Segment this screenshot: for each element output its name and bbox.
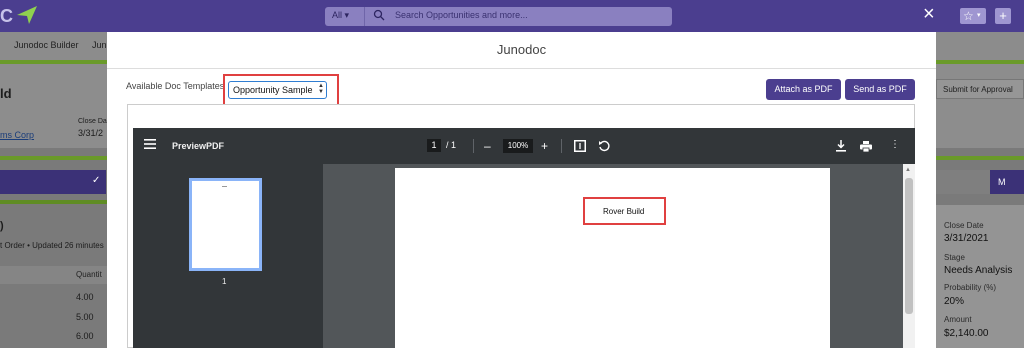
table-row: 5.00 [76, 312, 94, 322]
star-icon: ☆ [963, 9, 974, 23]
detail-label: Probability (%) [944, 283, 997, 292]
favorites-button[interactable]: ☆ ▾ [960, 8, 986, 24]
toolbar-divider [473, 139, 474, 153]
table-row: 6.00 [76, 331, 94, 341]
path-accent-strip [0, 156, 107, 160]
page-total: / 1 [446, 140, 457, 150]
close-icon[interactable]: × [923, 4, 935, 24]
submit-for-approval-button[interactable]: Submit for Approval [936, 79, 1024, 99]
thumbnail-page-number: 1 [222, 277, 227, 286]
search-scope-dropdown[interactable]: All ▾ [332, 10, 349, 21]
rotate-icon[interactable] [598, 140, 610, 152]
table-row: 4.00 [76, 292, 94, 302]
related-list-title: ) [0, 220, 4, 232]
zoom-level[interactable]: 100% [503, 139, 533, 153]
modal-title: Junodoc [496, 42, 547, 57]
search-input[interactable]: Search Opportunities and more... [395, 10, 528, 20]
page-thumbnail[interactable] [189, 178, 262, 271]
plus-icon: + [999, 8, 1007, 23]
check-icon: ✓ [92, 175, 101, 186]
detail-label: Stage [944, 253, 965, 262]
paper-plane-icon [17, 6, 37, 24]
search-icon [373, 9, 385, 21]
nav-item-junodoc-builder[interactable]: Junodoc Builder [14, 40, 79, 50]
submit-button-label: Submit for Approval [943, 85, 1013, 94]
detail-label: Close Date [944, 221, 984, 230]
pdf-title: PreviewPDF [172, 141, 225, 151]
account-link[interactable]: ms Corp [0, 130, 34, 140]
sales-path[interactable]: ✓ [0, 170, 106, 194]
more-options-icon[interactable]: ⋮ [890, 139, 900, 151]
detail-value: 20% [944, 296, 965, 307]
template-label: Available Doc Templates [126, 81, 225, 91]
highlight-box [583, 197, 666, 225]
detail-value: $2,140.00 [944, 328, 989, 339]
scrollbar-thumb[interactable] [905, 178, 913, 314]
record-title: ld [0, 86, 12, 101]
thumbnail-text-mark [222, 186, 227, 187]
send-as-pdf-button[interactable]: Send as PDF [845, 79, 915, 100]
zoom-out-icon[interactable]: – [484, 140, 491, 152]
toolbar-divider [561, 139, 562, 153]
zoom-in-icon[interactable]: + [541, 140, 548, 152]
path-accent-strip-right [936, 156, 1024, 160]
detail-value: Needs Analysis [944, 265, 1013, 276]
close-date-value: 3/31/2 [78, 128, 104, 138]
table-header: Quantit [0, 266, 107, 284]
related-list-subtitle: t Order • Updated 26 minutes [0, 241, 104, 250]
related-accent [0, 200, 107, 204]
nav-item-partial[interactable]: Jun [92, 40, 107, 50]
menu-icon[interactable] [144, 139, 156, 149]
detail-value: 3/31/2021 [944, 233, 989, 244]
pdf-page [395, 168, 830, 348]
mark-stage-button[interactable]: M [990, 170, 1024, 194]
record-header-right [936, 64, 1024, 148]
search-divider [364, 7, 365, 26]
quantity-header: Quantit [76, 270, 102, 279]
highlight-box [223, 74, 339, 106]
detail-label: Amount [944, 315, 972, 324]
page-number-input[interactable]: 1 [427, 139, 441, 152]
app-logo: C [0, 6, 13, 26]
close-date-label: Close Da [78, 118, 107, 125]
download-icon[interactable] [836, 140, 846, 152]
attach-as-pdf-button[interactable]: Attach as PDF [766, 79, 841, 100]
global-actions-button[interactable]: + [995, 8, 1011, 24]
print-icon[interactable] [860, 141, 872, 152]
fit-page-icon[interactable] [574, 140, 586, 152]
chevron-down-icon: ▾ [977, 12, 981, 19]
scroll-up-icon[interactable]: ▲ [905, 167, 911, 173]
